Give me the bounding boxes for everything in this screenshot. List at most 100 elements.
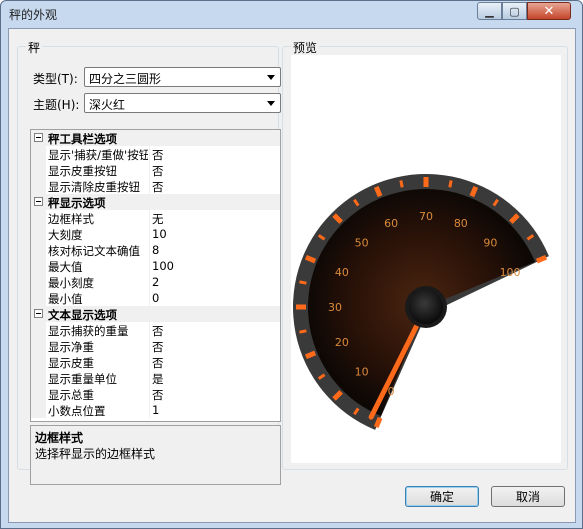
- grid-row[interactable]: 显示重量单位 是: [31, 370, 280, 386]
- collapse-icon[interactable]: [34, 133, 43, 142]
- prop-value[interactable]: 否: [152, 147, 164, 163]
- title-bar[interactable]: 秤的外观 ▁ ▢ ✕: [1, 1, 582, 27]
- minor-tick: [399, 180, 404, 188]
- prop-name: 最小刻度: [48, 276, 94, 290]
- gauge-svg: 0102030405060708090100: [293, 174, 549, 430]
- major-tick: [304, 254, 317, 264]
- grid-row[interactable]: 显示净重 否: [31, 338, 280, 354]
- gauge-hub: [409, 290, 443, 324]
- minor-tick: [448, 180, 453, 188]
- prop-value[interactable]: 否: [152, 387, 164, 403]
- preview-canvas: 0 10 20 30 40 50 60 70 80 90 100: [291, 55, 561, 463]
- grid-row[interactable]: 显示捕获的重量 否: [31, 322, 280, 338]
- prop-name: 核对标记文本确值: [48, 244, 140, 258]
- grid-row[interactable]: 显示皮重按钮 否: [31, 162, 280, 178]
- section-name: 秤显示选项: [48, 196, 106, 210]
- type-select[interactable]: 四分之三圆形: [84, 67, 281, 87]
- preview-group-label: 预览: [291, 39, 320, 56]
- grid-row[interactable]: 显示清除皮重按钮 否: [31, 178, 280, 194]
- prop-value[interactable]: 否: [152, 179, 164, 195]
- minimize-button[interactable]: ▁: [477, 2, 502, 20]
- grid-row[interactable]: 最小刻度 2: [31, 274, 280, 290]
- grid-row[interactable]: 边框样式 无: [31, 210, 280, 226]
- prop-value[interactable]: 否: [152, 163, 164, 179]
- chevron-down-icon: [267, 75, 275, 80]
- grid-row[interactable]: 显示'捕获/重做'按钮 否: [31, 146, 280, 162]
- dialog-client: 秤 类型(T): 四分之三圆形 主题(H): 深火红 秤工具栏选项 显示'捕获/…: [8, 28, 576, 523]
- close-icon: ✕: [543, 3, 555, 19]
- tick-label: 100: [500, 266, 521, 279]
- tick-label: 40: [335, 266, 349, 279]
- grid-row[interactable]: 显示皮重 否: [31, 354, 280, 370]
- theme-select-value: 深火红: [89, 98, 126, 112]
- scale-group-label: 秤: [26, 39, 43, 56]
- grid-row[interactable]: 显示总重 否: [31, 386, 280, 402]
- prop-value[interactable]: 8: [152, 243, 159, 257]
- grid-row[interactable]: 核对标记文本确值 8: [31, 242, 280, 258]
- scale-group: 秤 类型(T): 四分之三圆形 主题(H): 深火红 秤工具栏选项 显示'捕获/…: [17, 39, 281, 485]
- close-button[interactable]: ✕: [527, 2, 571, 20]
- prop-value[interactable]: 100: [152, 259, 174, 273]
- prop-value[interactable]: 是: [152, 371, 164, 387]
- collapse-icon[interactable]: [34, 309, 43, 318]
- gauge: 0102030405060708090100: [293, 174, 549, 430]
- prop-name: 显示重量单位: [48, 372, 117, 386]
- prop-value[interactable]: 2: [152, 275, 159, 289]
- prop-value[interactable]: 0: [152, 291, 159, 305]
- description-text: 选择秤显示的边框样式: [35, 447, 156, 461]
- tick-label: 50: [355, 237, 369, 250]
- prop-value[interactable]: 否: [152, 323, 164, 339]
- prop-name: 边框样式: [48, 212, 94, 226]
- window-title: 秤的外观: [9, 8, 58, 22]
- theme-select[interactable]: 深火红: [84, 93, 281, 113]
- tick-label: 80: [454, 217, 468, 230]
- prop-name: 显示总重: [48, 388, 94, 402]
- grid-row[interactable]: 大刻度 10: [31, 226, 280, 242]
- tick-label: 10: [355, 365, 369, 378]
- grid-row[interactable]: 最小值 0: [31, 290, 280, 306]
- prop-name: 显示'捕获/重做'按钮: [48, 148, 148, 162]
- grid-row[interactable]: 小数点位置 1: [31, 402, 280, 418]
- maximize-button[interactable]: ▢: [502, 2, 527, 20]
- ok-button[interactable]: 确定: [405, 486, 479, 507]
- grid-row[interactable]: 最大值 100: [31, 258, 280, 274]
- description-panel: 边框样式 选择秤显示的边框样式: [30, 425, 281, 485]
- tick-label: 60: [384, 217, 398, 230]
- prop-name: 小数点位置: [48, 404, 106, 418]
- grid-section-header[interactable]: 文本显示选项: [31, 306, 280, 322]
- tick-label: 30: [328, 301, 342, 314]
- tick-label: 90: [483, 237, 497, 250]
- prop-name: 显示皮重: [48, 356, 94, 370]
- major-tick: [373, 185, 383, 198]
- prop-name: 最小值: [48, 292, 83, 306]
- section-name: 秤工具栏选项: [48, 132, 117, 146]
- prop-name: 显示皮重按钮: [48, 164, 117, 178]
- prop-name: 显示净重: [48, 340, 94, 354]
- grid-section-header[interactable]: 秤显示选项: [31, 194, 280, 210]
- prop-value[interactable]: 1: [152, 403, 159, 417]
- theme-label: 主题(H):: [33, 98, 80, 112]
- prop-value[interactable]: 否: [152, 339, 164, 355]
- collapse-icon[interactable]: [34, 197, 43, 206]
- section-name: 文本显示选项: [48, 308, 117, 322]
- major-tick: [535, 254, 548, 264]
- major-tick: [373, 416, 383, 429]
- dialog-window: 秤的外观 ▁ ▢ ✕ 秤 类型(T): 四分之三圆形 主题(H): 深火红 秤工…: [0, 0, 583, 529]
- prop-name: 显示捕获的重量: [48, 324, 129, 338]
- preview-group: 预览 0 10 20 30 40 50 60 70 80 90 100: [282, 39, 568, 470]
- prop-name: 大刻度: [48, 228, 83, 242]
- prop-value[interactable]: 否: [152, 355, 164, 371]
- prop-name: 显示清除皮重按钮: [48, 180, 140, 194]
- minimize-icon: ▁: [485, 4, 494, 18]
- chevron-down-icon: [267, 101, 275, 106]
- prop-name: 最大值: [48, 260, 83, 274]
- prop-value[interactable]: 无: [152, 211, 164, 227]
- description-title: 边框样式: [35, 431, 84, 445]
- major-tick: [469, 185, 479, 198]
- grid-section-header[interactable]: 秤工具栏选项: [31, 130, 280, 146]
- cancel-button[interactable]: 取消: [491, 486, 565, 507]
- maximize-icon: ▢: [509, 4, 520, 18]
- prop-value[interactable]: 10: [152, 227, 167, 241]
- type-select-value: 四分之三圆形: [89, 72, 162, 86]
- property-grid[interactable]: 秤工具栏选项 显示'捕获/重做'按钮 否 显示皮重按钮 否 显示清除皮重按钮 否: [30, 129, 281, 422]
